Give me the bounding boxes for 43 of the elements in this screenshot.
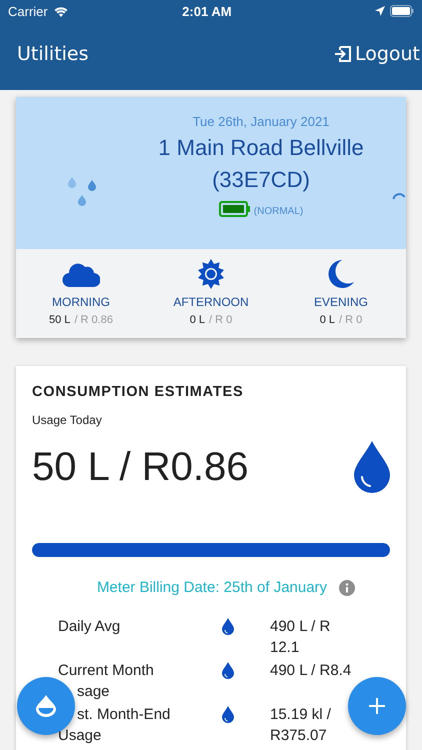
logout-icon [332,44,353,64]
billing-date: Meter Billing Date: 25th of January [96,579,328,596]
water-drop-icon [222,618,234,635]
wifi-icon [52,5,69,17]
info-icon[interactable] [339,580,356,596]
battery-icon [390,5,414,17]
battery-status: (NORMAL) [254,206,304,217]
sun-icon [196,259,226,289]
stat-label: Daily Avg [58,617,120,637]
stat-value: 490 L / R 12.1 [270,617,330,658]
logout-button[interactable]: Logout [332,43,422,65]
water-drop-icon [222,662,234,679]
stat-label: Usage [58,726,102,746]
period-label: MORNING [52,295,110,309]
period-label: EVENING [314,295,368,309]
stat-label: st. Month-End [76,705,170,725]
meter-id: (33E7CD) [212,167,310,193]
water-drop-icon [222,706,234,723]
reading-date: Tue 26th, January 2021 [192,114,330,129]
plus-icon [369,698,385,714]
battery-icon [218,201,251,217]
period-cost: / R 0 [339,314,362,326]
card-title: CONSUMPTION ESTIMATES [32,384,244,400]
stat-value: 490 L / R8.4 [270,661,352,681]
location-arrow-icon [375,6,385,16]
period-volume: 0 L [190,314,206,326]
stat-value: 15.19 kl / R375.07 [270,705,331,746]
period-cost: / R 0.86 [74,314,113,326]
water-drop-icon [36,695,56,717]
period-volume: 0 L [320,314,336,326]
period-cost: / R 0 [209,314,232,326]
period-label: AFTERNOON [173,295,249,309]
status-time: 2:01 AM [181,4,233,18]
app-title: Utilities [17,43,89,65]
usage-label: Usage Today [32,413,103,427]
meter-address: 1 Main Road Bellville [158,135,364,161]
usage-today-value: 50 L / R0.86 [32,444,248,490]
carrier-name: Carrier [8,4,48,18]
stat-label: Current Month [58,661,154,681]
stat-label: sage [76,682,110,702]
period-volume: 50 L [49,314,70,326]
moon-icon [328,259,354,289]
water-drop-icon [354,441,390,493]
